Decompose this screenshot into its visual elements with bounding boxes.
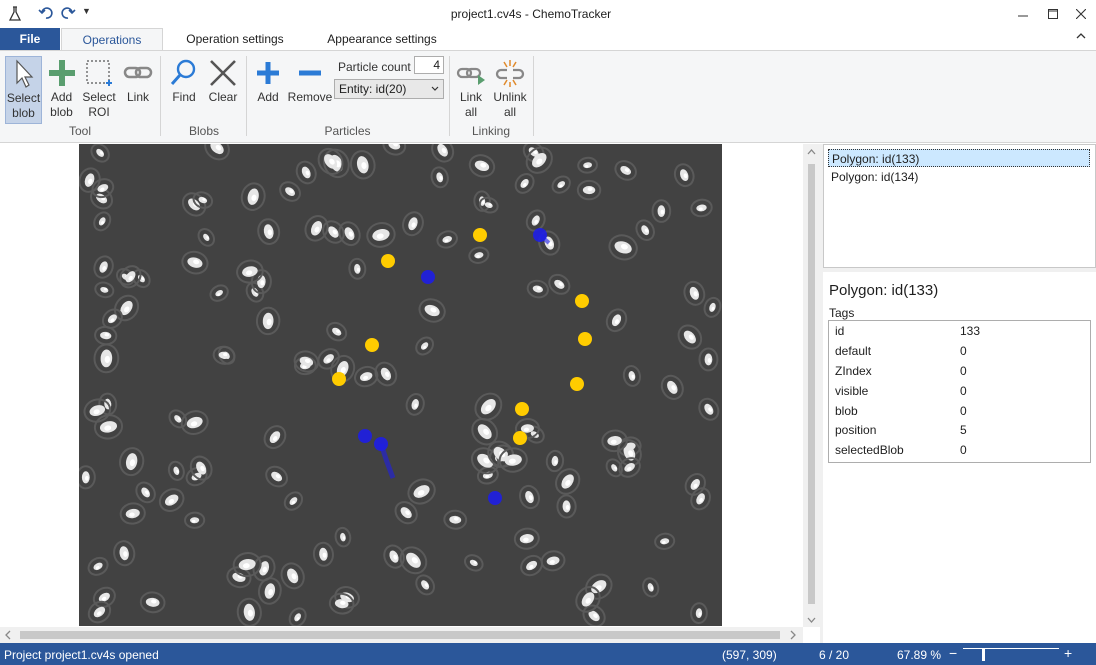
status-message: Project project1.cv4s opened [4,648,159,662]
zoom-in-button[interactable]: + [1064,645,1072,661]
table-row[interactable]: position 5 [835,423,1085,443]
plus-icon [252,56,284,90]
ribbon-separator [246,56,247,136]
remove-particle-label: Remove [287,90,333,104]
table-row[interactable]: ZIndex 0 [835,364,1085,384]
unlink-all-button[interactable]: Unlink all [490,56,530,124]
minus-icon [294,56,326,90]
tags-table[interactable]: id 133 default 0 ZIndex 0 visible 0 blob 0 po… [828,320,1091,463]
add-blob-label: Add blob [50,90,73,119]
link-all-button[interactable]: Link all [454,56,488,124]
tag-value: 0 [960,443,967,457]
plus-icon [46,56,78,90]
tag-value: 5 [960,423,967,437]
particle-count-input[interactable]: 4 [414,56,444,74]
tag-value: 0 [960,384,967,398]
tab-appearance-settings[interactable]: Appearance settings [318,28,446,50]
zoom-level: 67.89 % [897,648,942,662]
clear-label: Clear [208,90,238,104]
collapse-ribbon-icon[interactable] [1076,32,1088,44]
tag-key: ZIndex [835,364,872,378]
tag-key: blob [835,404,858,418]
tag-key: id [835,324,845,338]
linking-group-label: Linking [471,124,511,138]
close-icon [1076,9,1086,19]
unlink-all-label: Unlink all [493,90,527,119]
microscopy-image[interactable] [79,144,722,626]
tag-key: position [835,423,877,437]
add-particle-button[interactable]: Add [252,56,284,124]
list-item[interactable]: Polygon: id(133) [828,149,1090,167]
particles-group-label: Particles [324,124,371,138]
table-row[interactable]: selectedBlob 0 [835,443,1085,463]
tag-key: selectedBlob [835,443,904,457]
zoom-out-button[interactable]: − [949,645,957,661]
unlink-all-icon [494,56,526,90]
tag-value: 133 [960,324,981,338]
status-bar: Project project1.cv4s opened (597, 309) … [0,643,1096,665]
entity-list[interactable]: Polygon: id(133) Polygon: id(134) [823,144,1096,268]
tab-file[interactable]: File [0,28,60,50]
link-all-icon [455,56,487,90]
entity-dropdown-value: Entity: id(20) [339,82,407,96]
chevron-down-icon [431,80,439,104]
zoom-slider-thumb[interactable] [982,648,985,661]
remove-particle-button[interactable]: Remove [287,56,333,124]
ribbon-separator [533,56,534,136]
clear-icon [207,56,239,90]
tag-key: visible [835,384,869,398]
tab-operation-settings[interactable]: Operation settings [172,28,298,50]
tags-label: Tags [829,306,855,320]
add-blob-button[interactable]: Add blob [45,56,78,124]
cell-layer [79,144,722,626]
table-row[interactable]: id 133 [835,324,1085,344]
maximize-icon [1048,9,1058,19]
roi-icon [83,56,115,90]
table-row[interactable]: default 0 [835,344,1085,364]
ribbon-separator [449,56,450,136]
ribbon-separator [160,56,161,136]
tag-value: 0 [960,344,967,358]
minimize-button[interactable] [1008,0,1038,28]
window-title: project1.cv4s - ChemoTracker [450,7,612,21]
tag-value: 0 [960,364,967,378]
table-row[interactable]: blob 0 [835,404,1085,424]
add-particle-label: Add [257,90,279,104]
tool-group-label: Tool [68,124,91,138]
particle-count-label: Particle count [338,60,411,74]
search-icon [168,56,200,90]
panel-divider[interactable] [823,268,1096,272]
horizontal-scrollbar[interactable] [0,627,803,643]
link-icon [122,56,154,90]
find-label: Find [172,90,196,104]
maximize-button[interactable] [1038,0,1068,28]
link-button[interactable]: Link [120,56,156,124]
select-roi-button[interactable]: Select ROI [80,56,118,124]
cursor-icon [8,57,40,91]
select-blob-button[interactable]: Select blob [5,56,42,124]
detail-title: Polygon: id(133) [829,282,939,299]
frame-indicator: 6 / 20 [819,648,850,662]
tag-key: default [835,344,872,358]
tab-operations[interactable]: Operations [61,28,163,50]
table-row[interactable]: visible 0 [835,384,1085,404]
link-label: Link [126,90,149,104]
select-roi-label: Select ROI [82,90,116,119]
link-all-label: Link all [459,90,482,119]
list-item[interactable]: Polygon: id(134) [828,168,1090,186]
clear-button[interactable]: Clear [204,56,242,124]
find-button[interactable]: Find [166,56,202,124]
select-blob-label: Select blob [6,91,41,120]
minimize-icon [1018,15,1028,17]
close-button[interactable] [1066,0,1096,28]
tag-value: 0 [960,404,967,418]
blobs-group-label: Blobs [188,124,220,138]
entity-dropdown[interactable]: Entity: id(20) [334,79,444,99]
zoom-slider[interactable] [963,648,1059,649]
vertical-scrollbar[interactable] [803,144,820,627]
cursor-coordinates: (597, 309) [722,648,777,662]
